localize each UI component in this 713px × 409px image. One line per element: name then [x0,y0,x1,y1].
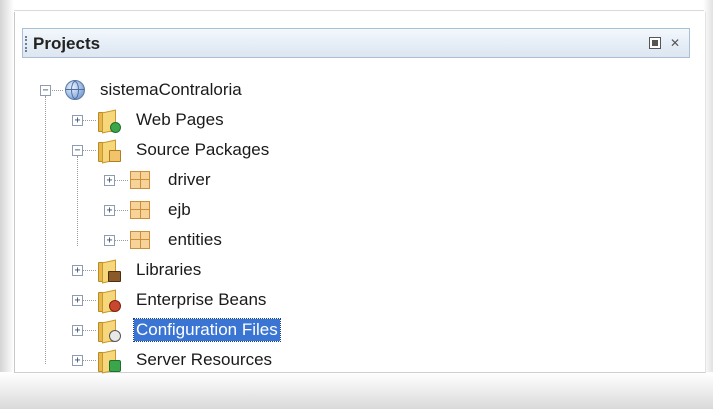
expand-toggle-icon[interactable]: + [104,235,115,246]
tree-item-libraries[interactable]: + Libraries [70,257,240,284]
configuration-files-folder-icon [96,318,121,344]
tree-item-source-packages[interactable]: − Source Packages [70,137,290,164]
web-project-globe-icon [64,79,88,103]
tree-node-label: Server Resources [136,350,273,369]
java-package-icon [128,228,152,252]
java-package-icon [128,198,152,222]
tree-item-ejb[interactable]: + ejb [102,197,232,223]
expand-toggle-icon[interactable]: + [72,295,83,306]
collapse-toggle-icon[interactable]: − [40,85,51,96]
server-resources-folder-icon [96,348,121,374]
tree-root-row[interactable]: − sistemaContraloria [38,77,298,103]
web-pages-folder-icon [96,108,121,134]
tree-line [77,156,78,246]
expand-toggle-icon[interactable]: + [72,325,83,336]
source-packages-folder-icon [96,138,121,164]
project-tree: − sistemaContraloria + Web Pages − Sourc… [0,0,713,409]
expand-toggle-icon[interactable]: + [104,205,115,216]
tree-node-label: Source Packages [136,140,270,159]
tree-item-entities[interactable]: + entities [102,227,242,253]
tree-item-server-resources[interactable]: + Server Resources [70,347,300,374]
expand-toggle-icon[interactable]: + [72,265,83,276]
tree-node-label: Web Pages [136,110,224,129]
tree-node-label: driver [168,170,211,189]
tree-item-driver[interactable]: + driver [102,167,232,193]
enterprise-beans-folder-icon [96,288,121,314]
collapse-toggle-icon[interactable]: − [72,145,83,156]
tree-node-label: Configuration Files [133,318,281,342]
tree-node-label: Libraries [136,260,202,279]
expand-toggle-icon[interactable]: + [72,115,83,126]
tree-item-enterprise-beans[interactable]: + Enterprise Beans [70,287,300,314]
tree-line [45,96,46,364]
java-package-icon [128,168,152,192]
expand-toggle-icon[interactable]: + [104,175,115,186]
expand-toggle-icon[interactable]: + [72,355,83,366]
libraries-folder-icon [96,258,121,284]
tree-node-label: sistemaContraloria [100,80,242,99]
tree-node-label: ejb [168,200,191,219]
tree-node-label: entities [168,230,222,249]
tree-item-web-pages[interactable]: + Web Pages [70,107,270,134]
tree-node-label: Enterprise Beans [136,290,267,309]
tree-item-configuration-files[interactable]: + Configuration Files [70,317,300,344]
